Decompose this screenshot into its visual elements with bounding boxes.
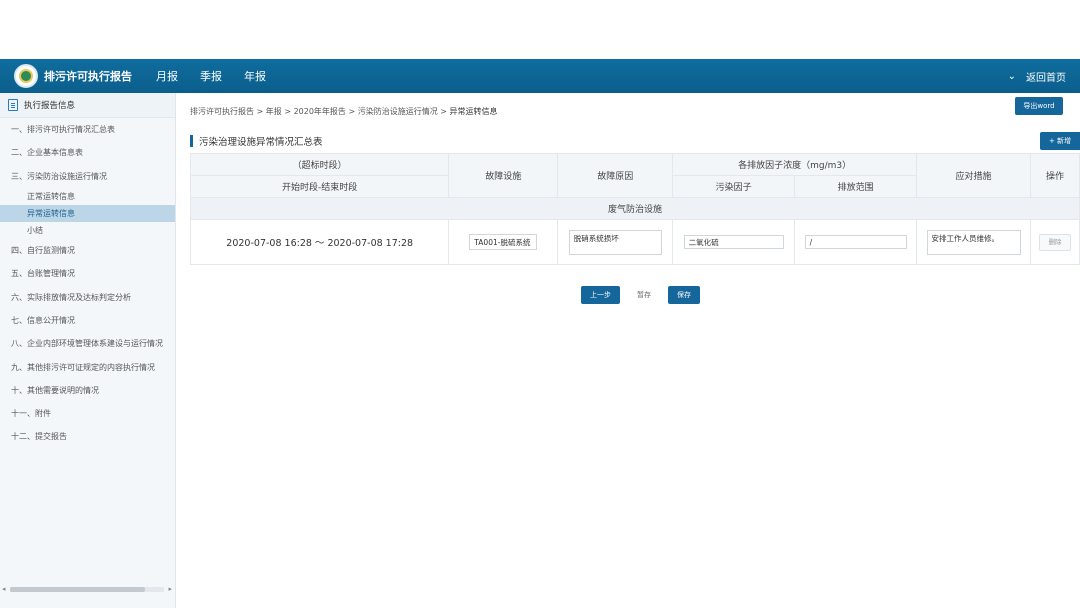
cell-reason: 脱硝系统损坏: [557, 219, 674, 265]
section-title: 污染治理设施异常情况汇总表: [190, 134, 323, 148]
sidebar-item-other-notes[interactable]: 十、其他需要说明的情况: [0, 379, 175, 402]
sidebar-item-other-permit-content[interactable]: 九、其他排污许可证规定的内容执行情况: [0, 355, 175, 378]
fault-reason-textarea[interactable]: 脱硝系统损坏: [568, 229, 662, 255]
scroll-right-icon[interactable]: ▸: [168, 585, 172, 593]
sidebar-item-summary-table[interactable]: 一、排污许可执行情况汇总表: [0, 118, 175, 141]
cell-range: /: [794, 219, 918, 265]
breadcrumb-path[interactable]: 排污许可执行报告 > 年报 > 2020年年报告 > 污染防治设施运行情况 >: [190, 107, 450, 116]
table-row: 2020-07-08 16:28 ～ 2020-07-08 17:28 TA00…: [189, 219, 1080, 265]
pollutant-input[interactable]: 二氧化硫: [683, 235, 784, 249]
chevron-down-icon[interactable]: ⌄: [1008, 71, 1016, 82]
header-period: （超标时段）: [189, 153, 450, 176]
header-measures: 应对措施: [916, 153, 1031, 198]
sidebar-subitem-normal-operation[interactable]: 正常运转信息: [0, 188, 175, 205]
sidebar-header[interactable]: 执行报告信息: [0, 93, 175, 118]
sidebar-header-label: 执行报告信息: [24, 101, 76, 111]
nav-quarterly-report[interactable]: 季报: [200, 68, 222, 84]
abnormal-summary-table: （超标时段） 故障设施 故障原因 各排放因子浓度（mg/m3） 应对措施 操作 …: [189, 153, 1080, 265]
measures-textarea[interactable]: 安排工作人员维修。: [926, 229, 1021, 255]
sidebar-item-submit-report[interactable]: 十二、提交报告: [0, 425, 175, 448]
form-actions: 上一步 暂存 保存: [581, 286, 700, 304]
nav-monthly-report[interactable]: 月报: [156, 68, 178, 84]
document-icon: [8, 99, 18, 111]
main-content: 排污许可执行报告 > 年报 > 2020年年报告 > 污染防治设施运行情况 > …: [176, 93, 1080, 608]
header-emission-range: 排放范围: [794, 175, 918, 198]
app-title: 排污许可执行报告: [44, 70, 132, 83]
sidebar-subitem-summary[interactable]: 小结: [0, 222, 175, 239]
cell-period: 2020-07-08 16:28 ～ 2020-07-08 17:28: [189, 219, 450, 265]
header-faulty-facility: 故障设施: [448, 153, 559, 198]
cell-actions: 删除: [1030, 219, 1080, 265]
emission-range-input[interactable]: /: [804, 235, 907, 249]
delete-button[interactable]: 删除: [1039, 233, 1071, 251]
scrollbar-thumb[interactable]: [10, 587, 145, 592]
breadcrumb-current: 异常运转信息: [449, 107, 498, 116]
header-pollutant: 污染因子: [672, 175, 796, 198]
header-actions: 操作: [1030, 153, 1080, 198]
header-period-range: 开始时段-结束时段: [189, 175, 450, 198]
back-home-link[interactable]: 返回首页: [1026, 69, 1066, 84]
sidebar: 执行报告信息 一、排污许可执行情况汇总表 二、企业基本信息表 三、污染防治设施运…: [0, 93, 176, 608]
scroll-left-icon[interactable]: ◂: [2, 585, 6, 593]
nav-annual-report[interactable]: 年报: [244, 68, 266, 84]
cell-pollutant: 二氧化硫: [672, 219, 796, 265]
sidebar-item-emission-analysis[interactable]: 六、实际排放情况及达标判定分析: [0, 285, 175, 308]
header-fault-reason: 故障原因: [557, 153, 674, 198]
temp-save-button[interactable]: 暂存: [628, 286, 660, 304]
sidebar-item-self-monitoring[interactable]: 四、自行监测情况: [0, 239, 175, 262]
breadcrumb: 排污许可执行报告 > 年报 > 2020年年报告 > 污染防治设施运行情况 > …: [190, 106, 498, 117]
environmental-protection-emblem-icon: [14, 64, 38, 88]
header-concentration: 各排放因子浓度（mg/m3）: [672, 153, 918, 176]
sidebar-item-basic-info[interactable]: 二、企业基本信息表: [0, 141, 175, 164]
section-title-text: 污染治理设施异常情况汇总表: [199, 137, 323, 148]
top-navigation-bar: 排污许可执行报告 月报 季报 年报 ⌄ 返回首页: [0, 59, 1080, 93]
export-word-button[interactable]: 导出word: [1015, 97, 1063, 115]
sidebar-subitem-abnormal-operation[interactable]: 异常运转信息: [0, 204, 175, 222]
cell-measures: 安排工作人员维修。: [916, 219, 1031, 265]
prev-step-button[interactable]: 上一步: [581, 286, 620, 304]
sidebar-item-info-disclosure[interactable]: 七、信息公开情况: [0, 309, 175, 332]
cell-facility: TA001-脱硫系统: [448, 219, 559, 265]
sidebar-horizontal-scrollbar[interactable]: ◂ ▸: [2, 585, 172, 593]
sidebar-item-attachments[interactable]: 十一、附件: [0, 402, 175, 425]
group-label-waste-gas: 废气防治设施: [190, 197, 1080, 220]
save-button[interactable]: 保存: [668, 286, 700, 304]
sidebar-item-internal-management[interactable]: 八、企业内部环境管理体系建设与运行情况: [0, 332, 175, 355]
sidebar-item-ledger-management[interactable]: 五、台账管理情况: [0, 262, 175, 285]
sidebar-item-facility-operation[interactable]: 三、污染防治设施运行情况: [0, 165, 175, 188]
add-button[interactable]: + 新增: [1040, 132, 1080, 150]
faulty-facility-input[interactable]: TA001-脱硫系统: [469, 234, 538, 250]
